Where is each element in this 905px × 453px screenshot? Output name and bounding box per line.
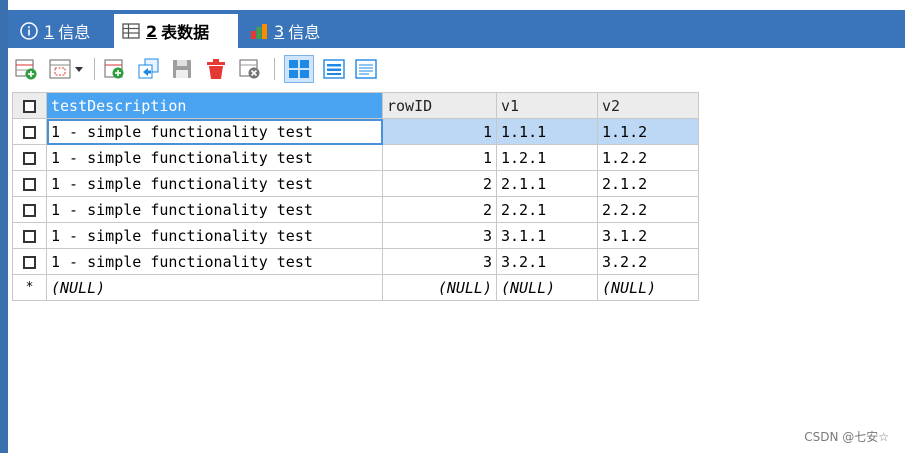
tab-info-3[interactable]: 3 信息 <box>242 14 328 48</box>
cell-v1[interactable]: 3.1.1 <box>496 222 598 249</box>
select-all-checkbox[interactable] <box>12 92 47 119</box>
table-row[interactable]: 1 - simple functionality test 2 2.2.1 2.… <box>12 196 699 223</box>
cell-rowID[interactable]: (NULL) <box>382 274 497 301</box>
cell-v1[interactable]: 1.1.1 <box>496 118 598 145</box>
cell-testDescription[interactable]: (NULL) <box>46 274 383 301</box>
cell-v2[interactable]: 2.2.2 <box>597 196 699 223</box>
cell-rowID[interactable]: 2 <box>382 170 497 197</box>
new-row[interactable]: * (NULL) (NULL) (NULL) (NULL) <box>12 274 699 301</box>
cell-testDescription[interactable]: 1 - simple functionality test <box>46 144 383 171</box>
tab-number: 2 <box>146 21 158 41</box>
tab-label: 表数据 <box>161 23 210 42</box>
cell-testDescription[interactable]: 1 - simple functionality test <box>46 222 383 249</box>
cell-rowID[interactable]: 1 <box>382 144 497 171</box>
table-icon <box>122 22 140 40</box>
row-checkbox[interactable] <box>12 144 47 171</box>
table-row[interactable]: 1 - simple functionality test 3 3.2.1 3.… <box>12 248 699 275</box>
text-view-icon[interactable] <box>354 57 378 81</box>
cell-v1[interactable]: 2.1.1 <box>496 170 598 197</box>
cell-v1[interactable]: (NULL) <box>496 274 598 301</box>
cell-testDescription[interactable]: 1 - simple functionality test <box>46 118 383 145</box>
duplicate-icon[interactable] <box>136 57 160 81</box>
form-view-icon[interactable] <box>322 57 346 81</box>
table-row[interactable]: 1 - simple functionality test 2 2.1.1 2.… <box>12 170 699 197</box>
cell-testDescription[interactable]: 1 - simple functionality test <box>46 170 383 197</box>
tab-label: 信息 <box>58 23 91 42</box>
discard-icon[interactable] <box>238 57 262 81</box>
column-header-testDescription[interactable]: testDescription <box>46 92 383 119</box>
column-header-v1[interactable]: v1 <box>496 92 598 119</box>
header-row: testDescription rowID v1 v2 <box>12 92 699 119</box>
tab-number: 3 <box>274 21 285 41</box>
cell-v1[interactable]: 2.2.1 <box>496 196 598 223</box>
cell-testDescription[interactable]: 1 - simple functionality test <box>46 196 383 223</box>
cell-rowID[interactable]: 1 <box>382 118 497 145</box>
cell-rowID[interactable]: 3 <box>382 222 497 249</box>
grid-view-icon[interactable] <box>284 55 314 83</box>
save-icon[interactable] <box>170 57 194 81</box>
delete-icon[interactable] <box>204 57 228 81</box>
cell-testDescription[interactable]: 1 - simple functionality test <box>46 248 383 275</box>
cell-v2[interactable]: 2.1.2 <box>597 170 699 197</box>
cell-rowID[interactable]: 3 <box>382 248 497 275</box>
result-grid: testDescription rowID v1 v2 1 - simple f… <box>12 92 699 301</box>
result-tab-bar: 1 信息 2 表数据 3 信息 <box>8 10 905 48</box>
cell-v2[interactable]: 3.1.2 <box>597 222 699 249</box>
tab-number: 1 <box>44 21 55 41</box>
view-mode-icon[interactable] <box>48 57 86 81</box>
tab-label: 信息 <box>288 23 321 42</box>
cell-v2[interactable]: 1.1.2 <box>597 118 699 145</box>
checkbox[interactable] <box>23 99 36 113</box>
cell-v1[interactable]: 3.2.1 <box>496 248 598 275</box>
cell-v2[interactable]: (NULL) <box>597 274 699 301</box>
table-row[interactable]: 1 - simple functionality test 1 1.2.1 1.… <box>12 144 699 171</box>
watermark: CSDN @七安☆ <box>804 430 889 444</box>
row-checkbox[interactable] <box>12 196 47 223</box>
tab-info-1[interactable]: 1 信息 <box>12 14 98 48</box>
row-checkbox[interactable] <box>12 222 47 249</box>
info-icon <box>20 22 38 40</box>
insert-icon[interactable] <box>102 57 126 81</box>
tab-table-data[interactable]: 2 表数据 <box>114 14 238 48</box>
table-row[interactable]: 1 - simple functionality test 3 3.1.1 3.… <box>12 222 699 249</box>
row-checkbox[interactable] <box>12 248 47 275</box>
cell-v1[interactable]: 1.2.1 <box>496 144 598 171</box>
left-border <box>0 0 8 453</box>
cell-v2[interactable]: 3.2.2 <box>597 248 699 275</box>
new-row-marker: * <box>12 274 47 301</box>
row-checkbox[interactable] <box>12 118 47 145</box>
table-row[interactable]: 1 - simple functionality test 1 1.1.1 1.… <box>12 118 699 145</box>
chart-icon <box>250 22 268 40</box>
cell-rowID[interactable]: 2 <box>382 196 497 223</box>
data-toolbar <box>8 48 905 90</box>
column-header-rowID[interactable]: rowID <box>382 92 497 119</box>
column-header-v2[interactable]: v2 <box>597 92 699 119</box>
row-checkbox[interactable] <box>12 170 47 197</box>
cell-v2[interactable]: 1.2.2 <box>597 144 699 171</box>
add-record-icon[interactable] <box>14 57 38 81</box>
